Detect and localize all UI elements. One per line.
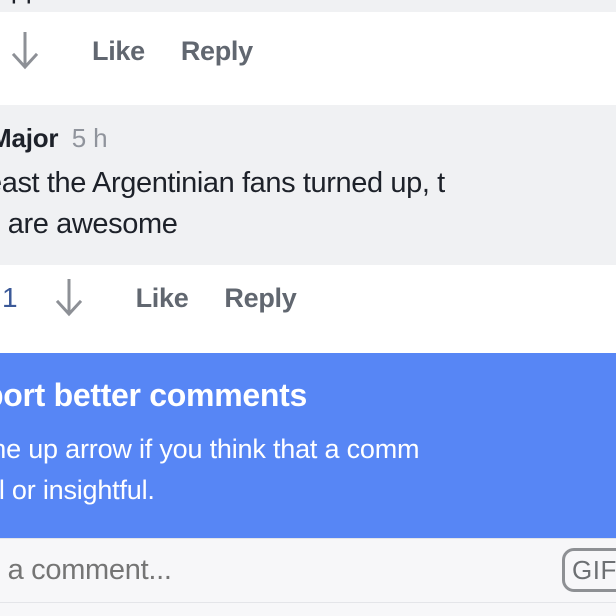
comment-body-line-1: east the Argentinian fans turned up, t <box>0 167 445 199</box>
promo-body: the up arrow if you think that a comm ul… <box>0 429 616 511</box>
clipped-comment-text: clipped comment text row <box>0 0 288 5</box>
reply-button[interactable]: Reply <box>224 283 296 314</box>
like-button[interactable]: Like <box>136 283 189 314</box>
comment-author[interactable]: Major <box>0 123 59 153</box>
promo-banner[interactable]: port better comments the up arrow if you… <box>0 353 616 538</box>
comment-two: Major 5 h east the Argentinian fans turn… <box>0 105 616 265</box>
comment-two-actions: 1 Like Reply <box>2 276 297 320</box>
like-button[interactable]: Like <box>92 36 145 67</box>
comment-input[interactable] <box>0 554 504 587</box>
comment-timestamp: 5 h <box>71 123 108 153</box>
down-arrow-icon[interactable] <box>52 276 86 320</box>
comment-two-action-band: 1 Like Reply <box>0 265 616 353</box>
clipped-comment-row: clipped comment text row <box>0 0 616 12</box>
comment-one-action-band: Like Reply <box>0 12 616 105</box>
promo-body-line-1: the up arrow if you think that a comm <box>0 434 420 464</box>
reply-button[interactable]: Reply <box>181 36 253 67</box>
promo-body-line-2: ul or insightful. <box>0 475 155 505</box>
gif-label: GIF <box>572 555 616 585</box>
gif-button[interactable]: GIF <box>562 548 616 592</box>
comment-two-body: east the Argentinian fans turned up, t s… <box>0 163 616 245</box>
comments-screen: clipped comment text row Like Reply Majo… <box>0 0 616 616</box>
comment-body-line-2: s are awesome <box>0 208 178 240</box>
comment-two-meta: Major 5 h <box>0 123 108 154</box>
comment-one-actions: Like Reply <box>8 29 253 73</box>
comment-composer[interactable]: GIF <box>0 538 616 604</box>
down-arrow-icon[interactable] <box>8 29 42 73</box>
vote-count: 1 <box>2 282 18 313</box>
composer-bottom-edge <box>0 602 616 616</box>
promo-title: port better comments <box>0 377 307 413</box>
